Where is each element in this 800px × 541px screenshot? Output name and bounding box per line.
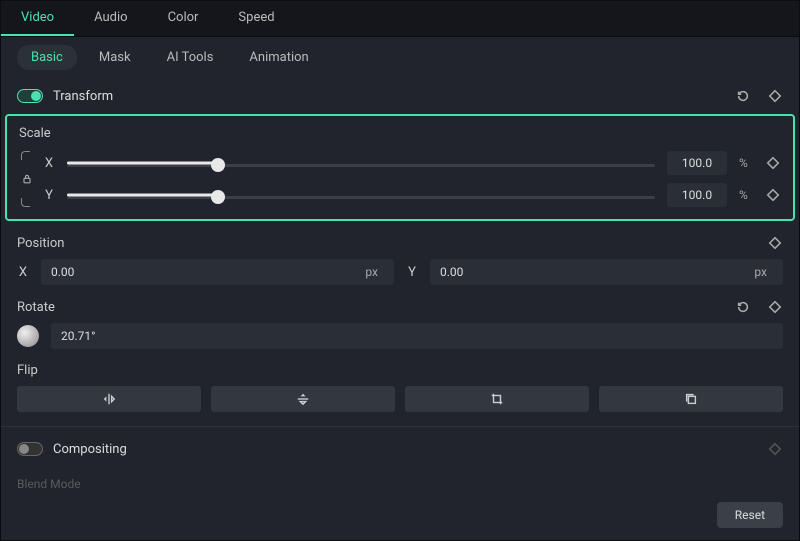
rotate-section: Rotate — [1, 295, 799, 359]
tab-video[interactable]: Video — [1, 1, 74, 36]
rotate-input[interactable] — [51, 323, 783, 349]
scale-group: Scale X % — [5, 114, 795, 221]
scale-y-label: Y — [43, 188, 55, 203]
position-y-unit: px — [754, 265, 775, 279]
rotate-dial[interactable] — [17, 325, 39, 347]
crop-button[interactable] — [405, 386, 589, 412]
rotate-reset-icon[interactable] — [735, 299, 751, 315]
scale-y-unit: % — [739, 188, 753, 202]
tabs-sub: Basic Mask AI Tools Animation — [1, 37, 799, 78]
subtab-aitools[interactable]: AI Tools — [153, 45, 228, 70]
tab-speed[interactable]: Speed — [218, 1, 294, 36]
blend-mode-label: Blend Mode — [17, 477, 783, 490]
keyframe-icon[interactable] — [767, 88, 783, 104]
tab-audio[interactable]: Audio — [74, 1, 147, 36]
transform-label: Transform — [53, 89, 735, 104]
flip-vertical-button[interactable] — [211, 386, 395, 412]
scale-y-value[interactable] — [667, 183, 727, 207]
blend-mode-section: Blend Mode Normal — [1, 467, 799, 490]
position-x-input[interactable] — [51, 259, 365, 285]
rotate-keyframe-icon[interactable] — [767, 299, 783, 315]
position-x-label: X — [17, 265, 29, 280]
flip-horizontal-button[interactable] — [17, 386, 201, 412]
flip-section: Flip — [1, 359, 799, 422]
compositing-toggle[interactable] — [17, 442, 43, 456]
subtab-animation[interactable]: Animation — [235, 45, 322, 70]
transform-header: Transform — [1, 78, 799, 114]
position-y-input[interactable] — [440, 259, 754, 285]
flip-title: Flip — [17, 363, 38, 378]
subtab-mask[interactable]: Mask — [85, 45, 145, 70]
copy-button[interactable] — [599, 386, 783, 412]
transform-toggle[interactable] — [17, 89, 43, 103]
scale-title: Scale — [19, 126, 781, 141]
compositing-label: Compositing — [53, 442, 767, 457]
reset-icon[interactable] — [735, 88, 751, 104]
scale-y-keyframe-icon[interactable] — [765, 187, 781, 203]
rotate-title: Rotate — [17, 300, 55, 315]
compositing-keyframe-icon[interactable] — [767, 441, 783, 457]
scale-x-unit: % — [739, 156, 753, 170]
footer: Reset — [1, 490, 799, 540]
position-x-unit: px — [365, 265, 386, 279]
tab-color[interactable]: Color — [148, 1, 219, 36]
position-keyframe-icon[interactable] — [767, 235, 783, 251]
scale-x-label: X — [43, 156, 55, 171]
scale-x-keyframe-icon[interactable] — [765, 155, 781, 171]
reset-button[interactable]: Reset — [717, 502, 783, 528]
position-y-label: Y — [406, 265, 418, 280]
scale-lock[interactable] — [19, 151, 35, 207]
tabs-top: Video Audio Color Speed — [1, 1, 799, 37]
compositing-header: Compositing — [1, 431, 799, 467]
scale-x-slider[interactable] — [67, 164, 655, 167]
scale-y-slider[interactable] — [67, 196, 655, 199]
subtab-basic[interactable]: Basic — [17, 45, 77, 70]
position-section: Position X px Y px — [1, 231, 799, 295]
position-title: Position — [17, 236, 64, 251]
scale-x-value[interactable] — [667, 151, 727, 175]
